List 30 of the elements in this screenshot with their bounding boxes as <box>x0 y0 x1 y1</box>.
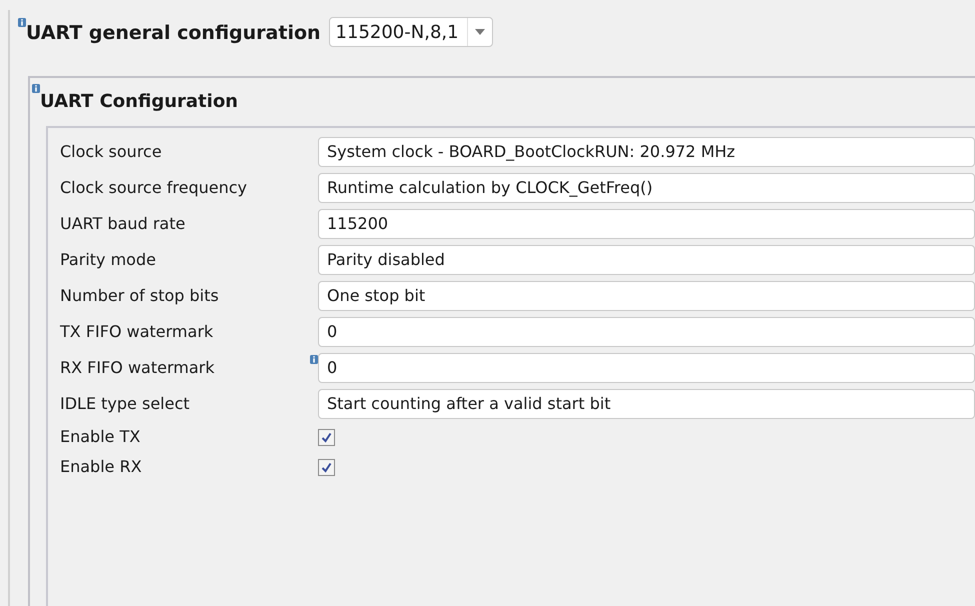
field-label: UART baud rate <box>60 213 186 235</box>
field-label: Number of stop bits <box>60 285 219 307</box>
checkbox[interactable] <box>318 458 335 476</box>
info-icon <box>32 84 40 93</box>
general-config-label: UART general configuration <box>26 21 321 46</box>
field-label: IDLE type select <box>60 393 190 415</box>
text-field[interactable]: 0 <box>318 317 975 347</box>
field-label: Clock source <box>60 141 162 163</box>
field-label: Clock source frequency <box>60 177 248 199</box>
text-field[interactable]: System clock - BOARD_BootClockRUN: 20.972 MHz <box>318 137 975 167</box>
info-icon <box>310 355 318 364</box>
field-label: Enable TX <box>60 427 140 446</box>
text-field[interactable]: 0 <box>318 353 975 383</box>
info-icon <box>18 18 26 28</box>
text-field[interactable]: 115200 <box>318 209 975 239</box>
text-field[interactable]: One stop bit <box>318 281 975 311</box>
checkbox[interactable] <box>318 428 335 446</box>
text-field[interactable]: Start counting after a valid start bit <box>318 389 975 419</box>
check-icon <box>321 432 332 442</box>
field-label: Enable RX <box>60 457 142 476</box>
field-label: RX FIFO watermark <box>60 357 215 379</box>
field-label: Parity mode <box>60 249 156 271</box>
section-title: UART Configuration <box>40 90 238 114</box>
baud-dropdown[interactable]: 115200-N,8,1 <box>328 17 493 47</box>
text-field[interactable]: Runtime calculation by CLOCK_GetFreq() <box>318 173 975 203</box>
text-field[interactable]: Parity disabled <box>318 245 975 275</box>
check-icon <box>321 462 332 472</box>
field-label: TX FIFO watermark <box>60 321 214 343</box>
dropdown-caret-icon <box>474 29 485 35</box>
combo-value: 115200-N,8,1 <box>336 20 460 44</box>
